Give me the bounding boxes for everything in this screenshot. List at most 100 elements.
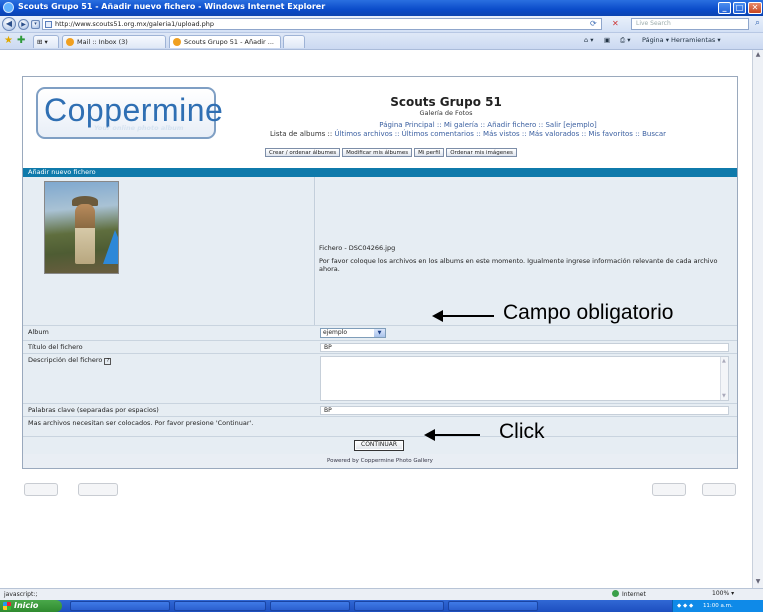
- click-annotation: Click: [499, 420, 545, 444]
- command-bar-menus[interactable]: Página ▾ Herramientas ▾: [642, 36, 721, 44]
- site-title: Scouts Grupo 51: [390, 95, 502, 109]
- zone-label: Internet: [622, 591, 646, 598]
- submit-row: CONTINUAR: [23, 436, 737, 454]
- scroll-down-icon[interactable]: ▼: [754, 578, 762, 587]
- help-icon[interactable]: ?: [104, 358, 112, 365]
- required-field-arrow: [432, 310, 494, 322]
- album-list-link[interactable]: Lista de albums ::: [270, 130, 334, 138]
- sub-menu[interactable]: Lista de albums :: Últimos archivos :: Ú…: [203, 130, 733, 138]
- description-textarea[interactable]: ▲ ▼: [320, 356, 729, 401]
- uploaded-photo-thumbnail[interactable]: [44, 181, 119, 274]
- favorites-star-icon[interactable]: ★: [4, 35, 13, 46]
- new-tab-button[interactable]: [283, 35, 305, 48]
- tab-mail[interactable]: Mail :: Inbox (3): [62, 35, 166, 48]
- stop-icon[interactable]: ✕: [612, 19, 619, 28]
- window-title: Scouts Grupo 51 - Añadir nuevo fichero -…: [18, 2, 326, 11]
- title-field[interactable]: BP: [320, 343, 729, 352]
- page-scrollbar[interactable]: ▲ ▼: [752, 50, 763, 588]
- taskbar-item[interactable]: [70, 601, 170, 611]
- scroll-up-icon[interactable]: ▲: [722, 358, 726, 364]
- security-zone: Internet: [612, 590, 646, 598]
- click-arrow: [424, 429, 480, 441]
- taskbar-item[interactable]: [354, 601, 444, 611]
- start-label: Inicio: [14, 601, 39, 610]
- photo-person: [75, 204, 95, 264]
- album-row: Album ejemplo ▼: [23, 325, 737, 340]
- more-files-notice: Mas archivos necesitan ser colocados. Po…: [28, 419, 254, 427]
- upload-instructions: Por favor coloque los archivos en los al…: [319, 257, 718, 273]
- refresh-icon[interactable]: ⟳: [590, 19, 597, 28]
- coppermine-logo[interactable]: Coppermine Your online photo album: [36, 87, 223, 139]
- continue-button[interactable]: CONTINUAR: [354, 440, 404, 451]
- address-url[interactable]: http://www.scouts51.org.mx/galeria1/uplo…: [55, 20, 214, 28]
- tray-icons[interactable]: ◆ ◆ ◆: [677, 603, 693, 609]
- close-button[interactable]: ✕: [748, 2, 762, 14]
- site-description: Galería de Fotos: [419, 109, 473, 117]
- notice-row: Mas archivos necesitan ser colocados. Po…: [23, 416, 737, 436]
- windows-flag-icon: [3, 602, 11, 610]
- ie-logo-icon: [3, 2, 14, 13]
- tab-label: Scouts Grupo 51 - Añadir ...: [184, 38, 274, 46]
- quick-tabs-button[interactable]: ⊞ ▾: [33, 35, 59, 48]
- zoom-level[interactable]: 100% ▾: [712, 590, 734, 597]
- logo-tagline: Your online photo album: [94, 124, 184, 132]
- search-placeholder: Live Search: [636, 20, 671, 27]
- badge-left-1[interactable]: [24, 483, 58, 496]
- tab-favicon: [173, 38, 181, 46]
- album-selected-value: ejemplo: [323, 329, 348, 336]
- modify-albums-button[interactable]: Modificar mis álbumes: [342, 148, 413, 157]
- zoom-value: 100%: [712, 590, 730, 597]
- taskbar-clock: 11:00 a.m.: [702, 603, 733, 609]
- forward-icon[interactable]: ▶: [18, 19, 29, 30]
- address-bar[interactable]: http://www.scouts51.org.mx/galeria1/uplo…: [42, 18, 602, 30]
- badge-right-2[interactable]: [702, 483, 736, 496]
- main-menu[interactable]: Página Principal :: Mi galería :: Añadir…: [243, 121, 733, 129]
- description-row: Descripción del fichero? ▲ ▼: [23, 353, 737, 403]
- status-bar: javascript:; Internet 100% ▾: [0, 588, 763, 600]
- feeds-icon[interactable]: ▣: [604, 36, 610, 44]
- home-icon[interactable]: ⌂ ▾: [584, 36, 593, 44]
- status-text: javascript:;: [4, 591, 38, 598]
- taskbar-item[interactable]: [270, 601, 350, 611]
- chevron-down-icon[interactable]: ▼: [374, 329, 385, 337]
- file-name: Fichero - DSC04266.jpg: [319, 244, 396, 252]
- add-favorites-icon[interactable]: ✚: [17, 35, 25, 46]
- description-label-text: Descripción del fichero: [28, 356, 103, 364]
- sort-images-button[interactable]: Ordenar mis imágenes: [446, 148, 517, 157]
- taskbar-item[interactable]: [174, 601, 266, 611]
- chevron-down-icon[interactable]: ▾: [31, 20, 40, 29]
- badge-left-2[interactable]: [78, 483, 118, 496]
- navigation-bar: ◀ ▶ ▾ http://www.scouts51.org.mx/galeria…: [0, 16, 763, 33]
- photo-cell: [23, 177, 315, 325]
- album-select[interactable]: ejemplo ▼: [320, 328, 386, 338]
- back-icon[interactable]: ◀: [2, 17, 16, 31]
- windows-taskbar: Inicio ◆ ◆ ◆ 11:00 a.m.: [0, 600, 763, 612]
- search-box[interactable]: Live Search ⌕: [631, 18, 760, 30]
- photo-tent: [103, 230, 118, 264]
- start-button[interactable]: Inicio: [0, 600, 62, 612]
- my-profile-button[interactable]: Mi perfil: [414, 148, 445, 157]
- textarea-scrollbar[interactable]: ▲ ▼: [720, 357, 728, 400]
- minimize-button[interactable]: _: [718, 2, 731, 14]
- admin-toolbar: Crear / ordenar álbumes Modificar mis ál…: [265, 148, 517, 157]
- maximize-button[interactable]: □: [733, 2, 746, 14]
- search-icon[interactable]: ⌕: [755, 18, 760, 28]
- keywords-label: Palabras clave (separadas por espacios): [28, 406, 159, 414]
- title-label: Título del fichero: [28, 343, 83, 351]
- page-viewport: Coppermine Your online photo album Scout…: [0, 50, 752, 588]
- keywords-field[interactable]: BP: [320, 406, 729, 415]
- sub-menu-links[interactable]: Últimos archivos :: Últimos comentarios …: [334, 130, 666, 138]
- keywords-row: Palabras clave (separadas por espacios) …: [23, 403, 737, 416]
- scroll-up-icon[interactable]: ▲: [754, 51, 762, 60]
- tab-bar: ★ ✚ ⊞ ▾ Mail :: Inbox (3) Scouts Grupo 5…: [0, 33, 763, 50]
- create-albums-button[interactable]: Crear / ordenar álbumes: [265, 148, 341, 157]
- tab-scouts[interactable]: Scouts Grupo 51 - Añadir ... ✕: [169, 35, 288, 48]
- taskbar-item[interactable]: [448, 601, 538, 611]
- globe-icon: [612, 590, 619, 597]
- print-icon[interactable]: ⎙ ▾: [620, 36, 631, 45]
- powered-by[interactable]: Powered by Coppermine Photo Gallery: [23, 458, 737, 464]
- gallery-header: Coppermine Your online photo album Scout…: [23, 77, 737, 175]
- badge-right-1[interactable]: [652, 483, 686, 496]
- scroll-down-icon[interactable]: ▼: [722, 393, 726, 399]
- title-row: Título del fichero BP: [23, 340, 737, 353]
